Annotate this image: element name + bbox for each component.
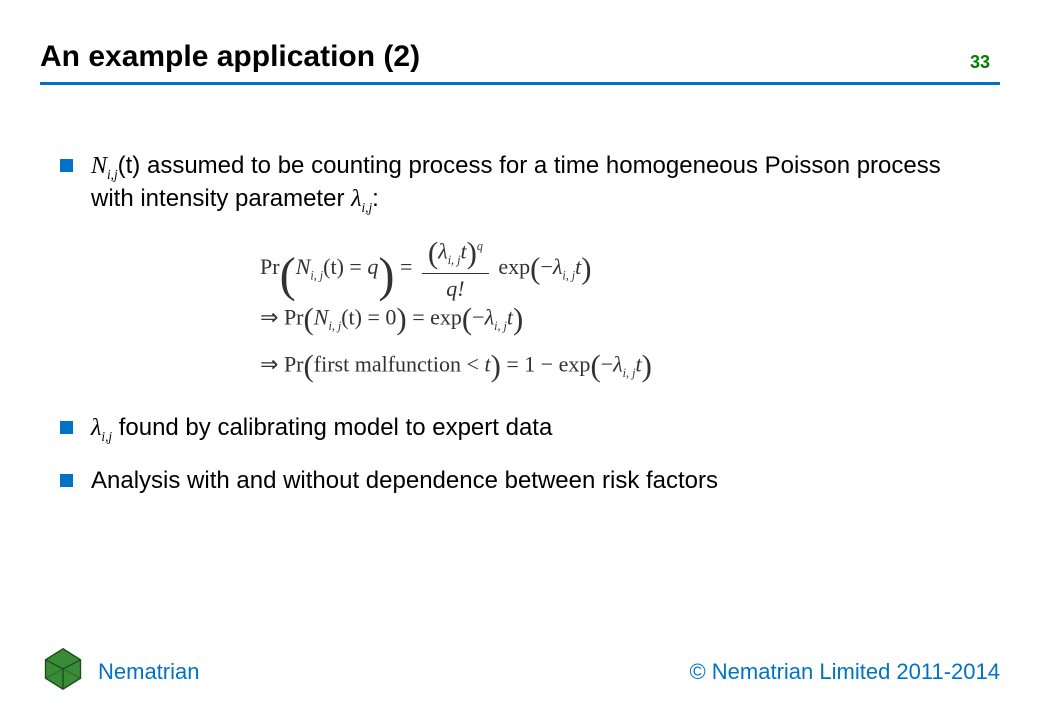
eq1-exp: exp bbox=[498, 254, 530, 279]
eq1-exp-sub: i, j bbox=[562, 268, 575, 282]
copyright: © Nematrian Limited 2011-2014 bbox=[689, 659, 1000, 685]
eq1-fraction: (λi, jt)qq! bbox=[422, 236, 489, 302]
bullet-1-rest: assumed to be counting process for a tim… bbox=[91, 152, 941, 212]
eq3-exp: exp bbox=[559, 351, 591, 376]
eq2-exp: exp bbox=[430, 304, 462, 329]
bullet-2: λi,j found by calibrating model to exper… bbox=[60, 412, 980, 445]
eq2-sub: i, j bbox=[494, 319, 507, 333]
eq2-t-arg: (t) bbox=[341, 304, 362, 329]
paren-close-icon: ) bbox=[396, 302, 406, 336]
eq2-N-sub: i, j bbox=[328, 319, 341, 333]
eq1-N: N bbox=[296, 254, 311, 279]
paren-close-icon: ) bbox=[491, 349, 501, 383]
bullet-1-colon: : bbox=[372, 185, 379, 212]
paren-open-icon: ( bbox=[530, 252, 540, 286]
eq3-inner: first malfunction bbox=[314, 351, 461, 376]
bullet-1-text: Ni,j(t) assumed to be counting process f… bbox=[91, 150, 980, 216]
bullet-square-icon bbox=[60, 474, 73, 487]
paren-open-icon: ( bbox=[304, 302, 314, 336]
equation-1: Pr(Ni, j(t) = q) = (λi, jt)qq! exp(−λi, … bbox=[60, 236, 980, 296]
lambda-2-sub: i,j bbox=[101, 429, 112, 444]
eq1-frac-num: (λi, jt)q bbox=[422, 236, 489, 274]
bullet-2-rest: found by calibrating model to expert dat… bbox=[112, 414, 552, 441]
eq1-frac-den: q! bbox=[422, 274, 489, 302]
eq1-pr: Pr bbox=[260, 254, 280, 279]
var-N-arg: (t) bbox=[118, 152, 141, 179]
var-N: N bbox=[91, 153, 107, 179]
eq1-eq-1: = bbox=[344, 254, 367, 279]
bullet-2-text: λi,j found by calibrating model to exper… bbox=[91, 412, 980, 445]
eq3-one-minus: 1 − bbox=[524, 351, 558, 376]
paren-open-icon: ( bbox=[304, 349, 314, 383]
slide: 33 An example application (2) Ni,j(t) as… bbox=[0, 0, 1040, 720]
eq2-eq-1: = bbox=[362, 304, 385, 329]
paren-close-icon: ) bbox=[581, 252, 591, 286]
eq1-num-sub: i, j bbox=[448, 253, 461, 267]
equation-3: ⇒ Pr(first malfunction < t) = 1 − exp(−λ… bbox=[60, 349, 980, 384]
var-N-sub: i,j bbox=[107, 167, 118, 182]
brand: Nematrian bbox=[40, 646, 199, 698]
eq3-arrow: ⇒ bbox=[260, 351, 284, 376]
bullet-square-icon bbox=[60, 159, 73, 172]
paren-open-icon: ( bbox=[462, 302, 472, 336]
slide-title: An example application (2) bbox=[40, 40, 1000, 74]
eq3-minus: − bbox=[601, 351, 613, 376]
eq1-N-sub: i, j bbox=[310, 268, 323, 282]
lambda-1-sub: i,j bbox=[362, 200, 373, 215]
eq3-sub: i, j bbox=[623, 366, 636, 380]
paren-close-icon: ) bbox=[378, 249, 394, 302]
eq2-eq-2: = bbox=[407, 304, 430, 329]
eq2-arrow: ⇒ bbox=[260, 304, 284, 329]
paren-open-icon: ( bbox=[428, 236, 438, 270]
eq1-t-arg: (t) bbox=[323, 254, 344, 279]
bullet-square-icon bbox=[60, 421, 73, 434]
eq1-num-exp-q: q bbox=[477, 239, 483, 253]
lambda-2: λ bbox=[91, 415, 101, 441]
eq3-lt: < bbox=[461, 351, 484, 376]
eq3-lambda: λ bbox=[613, 351, 623, 376]
math-block: Pr(Ni, j(t) = q) = (λi, jt)qq! exp(−λi, … bbox=[60, 236, 980, 384]
eq1-eq-2: = bbox=[394, 254, 417, 279]
brand-name: Nematrian bbox=[98, 659, 199, 685]
paren-open-icon: ( bbox=[280, 249, 296, 302]
eq3-pr: Pr bbox=[284, 351, 304, 376]
bullet-3-text: Analysis with and without dependence bet… bbox=[91, 465, 980, 496]
paren-open-icon: ( bbox=[590, 349, 600, 383]
eq2-minus: − bbox=[472, 304, 484, 329]
footer: Nematrian © Nematrian Limited 2011-2014 bbox=[40, 646, 1000, 698]
eq2-zero: 0 bbox=[385, 304, 396, 329]
equation-2: ⇒ Pr(Ni, j(t) = 0) = exp(−λi, jt) bbox=[60, 302, 980, 337]
page-number: 33 bbox=[970, 52, 990, 73]
bullet-1: Ni,j(t) assumed to be counting process f… bbox=[60, 150, 980, 216]
title-underline bbox=[40, 82, 1000, 85]
lambda-1: λ bbox=[351, 186, 361, 212]
eq1-exp-lambda: λ bbox=[553, 254, 563, 279]
logo-icon bbox=[40, 646, 86, 698]
header: 33 An example application (2) bbox=[40, 40, 1000, 93]
paren-close-icon: ) bbox=[513, 302, 523, 336]
paren-close-icon: ) bbox=[642, 349, 652, 383]
bullet-3: Analysis with and without dependence bet… bbox=[60, 465, 980, 496]
eq1-q: q bbox=[367, 254, 378, 279]
eq2-lambda: λ bbox=[485, 304, 495, 329]
eq2-N: N bbox=[314, 304, 329, 329]
paren-close-icon: ) bbox=[467, 236, 477, 270]
eq1-num-lambda: λ bbox=[438, 238, 448, 263]
eq2-pr: Pr bbox=[284, 304, 304, 329]
eq3-eq: = bbox=[501, 351, 524, 376]
slide-body: Ni,j(t) assumed to be counting process f… bbox=[60, 150, 980, 516]
eq1-minus: − bbox=[540, 254, 552, 279]
